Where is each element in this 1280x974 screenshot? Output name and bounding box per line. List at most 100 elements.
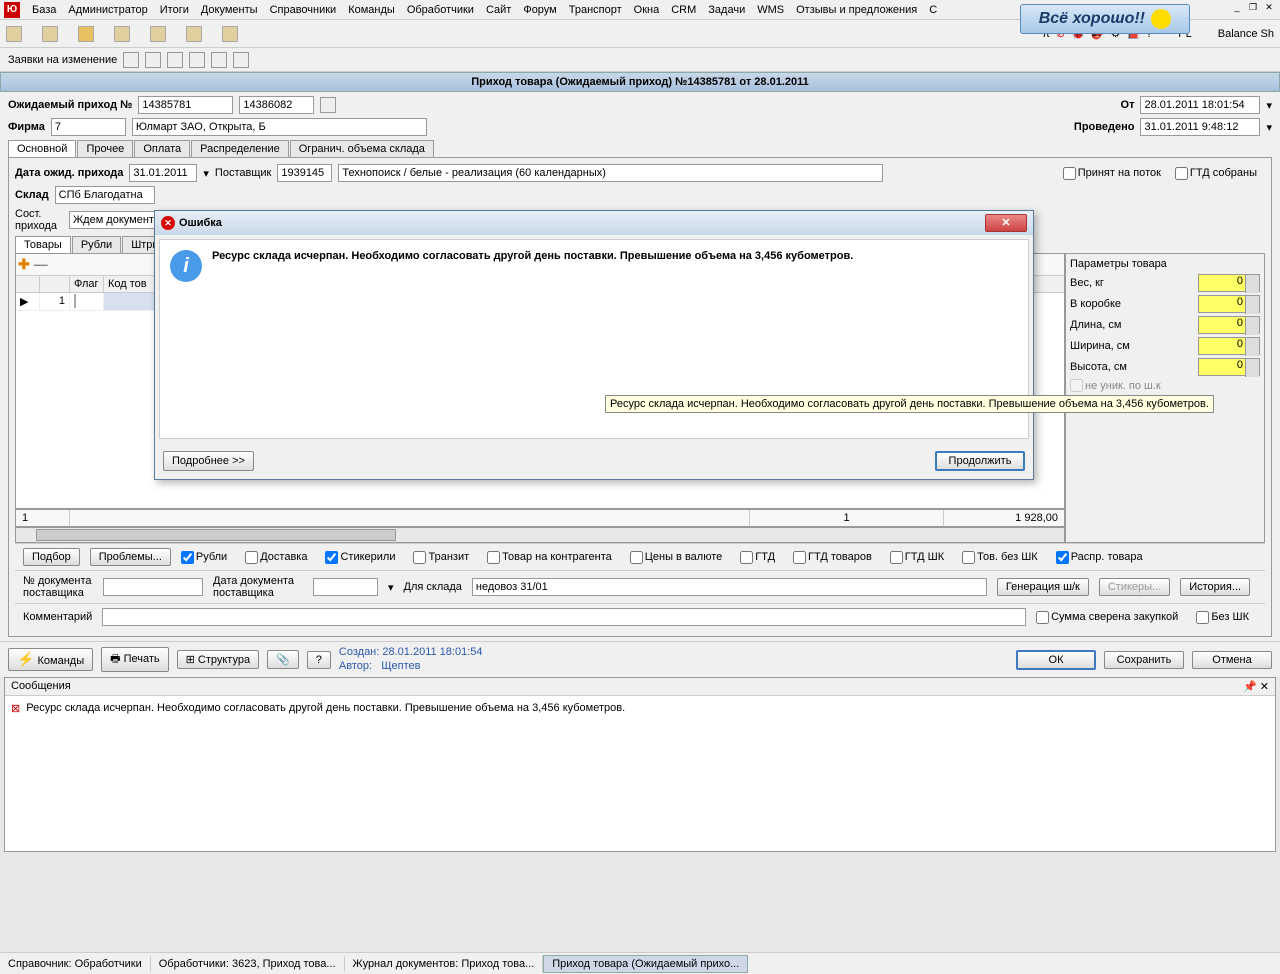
- chk-gtd[interactable]: ГТД собраны: [1175, 167, 1257, 180]
- status-2[interactable]: Обработчики: 3623, Приход това...: [151, 956, 345, 972]
- podbor-button[interactable]: Подбор: [23, 548, 80, 566]
- spinner-icon[interactable]: [1245, 296, 1259, 314]
- sub-icon-4[interactable]: [189, 52, 205, 68]
- firm-name[interactable]: [132, 118, 427, 136]
- doc-date-input[interactable]: [313, 578, 378, 596]
- spinner-icon[interactable]: [1245, 317, 1259, 335]
- date-dd-icon[interactable]: ▾: [388, 581, 394, 594]
- sub-icon-1[interactable]: [123, 52, 139, 68]
- cancel-button[interactable]: Отмена: [1192, 651, 1272, 669]
- spinner-icon[interactable]: [1245, 275, 1259, 293]
- tab-prochee[interactable]: Прочее: [77, 140, 133, 157]
- status-1[interactable]: Справочник: Обработчики: [0, 956, 151, 972]
- tab-oplata[interactable]: Оплата: [134, 140, 190, 157]
- print-button[interactable]: 🖶 Печать: [101, 647, 169, 672]
- add-row-icon[interactable]: ✚: [18, 256, 30, 273]
- chk-prices[interactable]: Цены в валюте: [630, 551, 723, 564]
- menu-base[interactable]: База: [26, 2, 62, 18]
- close-icon[interactable]: ✕: [1262, 2, 1276, 14]
- sklad-input[interactable]: [55, 186, 155, 204]
- comment-input[interactable]: [102, 608, 1026, 626]
- scroll-thumb[interactable]: [36, 529, 396, 541]
- continue-button[interactable]: Продолжить: [935, 451, 1025, 471]
- tab-tovary[interactable]: Товары: [15, 236, 71, 253]
- menu-tasks[interactable]: Задачи: [702, 2, 751, 18]
- toolbar-icon-1[interactable]: [6, 26, 22, 42]
- date-dropdown-icon[interactable]: ▾: [203, 167, 209, 180]
- problems-button[interactable]: Проблемы...: [90, 548, 171, 566]
- toolbar-icon-7[interactable]: [222, 26, 238, 42]
- save-button[interactable]: Сохранить: [1104, 651, 1184, 669]
- help-button[interactable]: ?: [307, 651, 331, 669]
- sub-icon-5[interactable]: [211, 52, 227, 68]
- param-width[interactable]: 0: [1198, 337, 1260, 355]
- attach-button[interactable]: 📎: [267, 650, 299, 669]
- supplier-code[interactable]: [277, 164, 332, 182]
- col-flag[interactable]: Флаг: [70, 276, 104, 292]
- menu-transport[interactable]: Транспорт: [563, 2, 628, 18]
- chk-unique[interactable]: не уник. по ш.к: [1070, 379, 1161, 392]
- menu-admin[interactable]: Администратор: [62, 2, 153, 18]
- spinner-icon[interactable]: [1245, 338, 1259, 356]
- menu-wms[interactable]: WMS: [751, 2, 790, 18]
- close-panel-icon[interactable]: ✕: [1260, 681, 1269, 693]
- col-num[interactable]: [40, 276, 70, 292]
- balance-label[interactable]: Balance Sh: [1218, 28, 1274, 40]
- status-3[interactable]: Журнал документов: Приход това...: [345, 956, 544, 972]
- doc-num-input[interactable]: [103, 578, 203, 596]
- tab-ogranich[interactable]: Огранич. объема склада: [290, 140, 434, 157]
- menu-c[interactable]: С: [923, 2, 943, 18]
- col-marker[interactable]: [16, 276, 40, 292]
- remove-row-icon[interactable]: —: [34, 256, 48, 273]
- chk-rubli[interactable]: Рубли: [181, 551, 227, 564]
- doc-number-1[interactable]: [138, 96, 233, 114]
- structure-button[interactable]: ⊞ Структура: [177, 650, 259, 669]
- toolbar-icon-4[interactable]: [114, 26, 130, 42]
- dropdown-icon-2[interactable]: ▾: [1266, 121, 1272, 134]
- sub-icon-2[interactable]: [145, 52, 161, 68]
- chk-tovar-kontr[interactable]: Товар на контрагента: [487, 551, 612, 564]
- menu-handlers[interactable]: Обработчики: [401, 2, 480, 18]
- sub-icon-3[interactable]: [167, 52, 183, 68]
- done-date[interactable]: [1140, 118, 1260, 136]
- chk-bez-shk-2[interactable]: Без ШК: [1196, 611, 1249, 624]
- sub-icon-6[interactable]: [233, 52, 249, 68]
- dropdown-icon[interactable]: ▾: [1266, 99, 1272, 112]
- param-height[interactable]: 0: [1198, 358, 1260, 376]
- horizontal-scrollbar[interactable]: [15, 527, 1065, 543]
- supplier-name[interactable]: [338, 164, 883, 182]
- dialog-close-button[interactable]: ✕: [985, 214, 1027, 232]
- chk-gtd-tov[interactable]: ГТД товаров: [793, 551, 872, 564]
- spinner-icon[interactable]: [1245, 359, 1259, 377]
- param-weight[interactable]: 0: [1198, 274, 1260, 292]
- firm-code[interactable]: [51, 118, 126, 136]
- tab-rubli[interactable]: Рубли: [72, 236, 121, 253]
- menu-feedback[interactable]: Отзывы и предложения: [790, 2, 923, 18]
- chk-gtd2[interactable]: ГТД: [740, 551, 775, 564]
- commands-button[interactable]: ⚡ Команды: [8, 648, 93, 671]
- pin-icon[interactable]: 📌: [1243, 681, 1257, 693]
- tab-raspred[interactable]: Распределение: [191, 140, 289, 157]
- menu-crm[interactable]: CRM: [665, 2, 702, 18]
- chk-sum-sverena[interactable]: Сумма сверена закупкой: [1036, 611, 1178, 624]
- more-button[interactable]: Подробнее >>: [163, 451, 254, 471]
- chk-stickers[interactable]: Стикерили: [325, 551, 395, 564]
- for-sklad-input[interactable]: [472, 578, 987, 596]
- menu-site[interactable]: Сайт: [480, 2, 517, 18]
- menu-itogi[interactable]: Итоги: [154, 2, 195, 18]
- toolbar-icon-2[interactable]: [42, 26, 58, 42]
- expected-date[interactable]: [129, 164, 197, 182]
- param-box[interactable]: 0: [1198, 295, 1260, 313]
- minimize-icon[interactable]: _: [1230, 2, 1244, 14]
- menu-commands[interactable]: Команды: [342, 2, 401, 18]
- flag-cell[interactable]: [74, 294, 76, 308]
- menu-documents[interactable]: Документы: [195, 2, 264, 18]
- menu-forum[interactable]: Форум: [517, 2, 562, 18]
- gen-sk-button[interactable]: Генерация ш/к: [997, 578, 1089, 596]
- tab-osnovnoi[interactable]: Основной: [8, 140, 76, 157]
- restore-icon[interactable]: ❐: [1246, 2, 1260, 14]
- doc-number-2[interactable]: [239, 96, 314, 114]
- chk-raspr[interactable]: Распр. товара: [1056, 551, 1143, 564]
- toolbar-icon-6[interactable]: [186, 26, 202, 42]
- status-4[interactable]: Приход товара (Ожидаемый прихо...: [543, 955, 748, 973]
